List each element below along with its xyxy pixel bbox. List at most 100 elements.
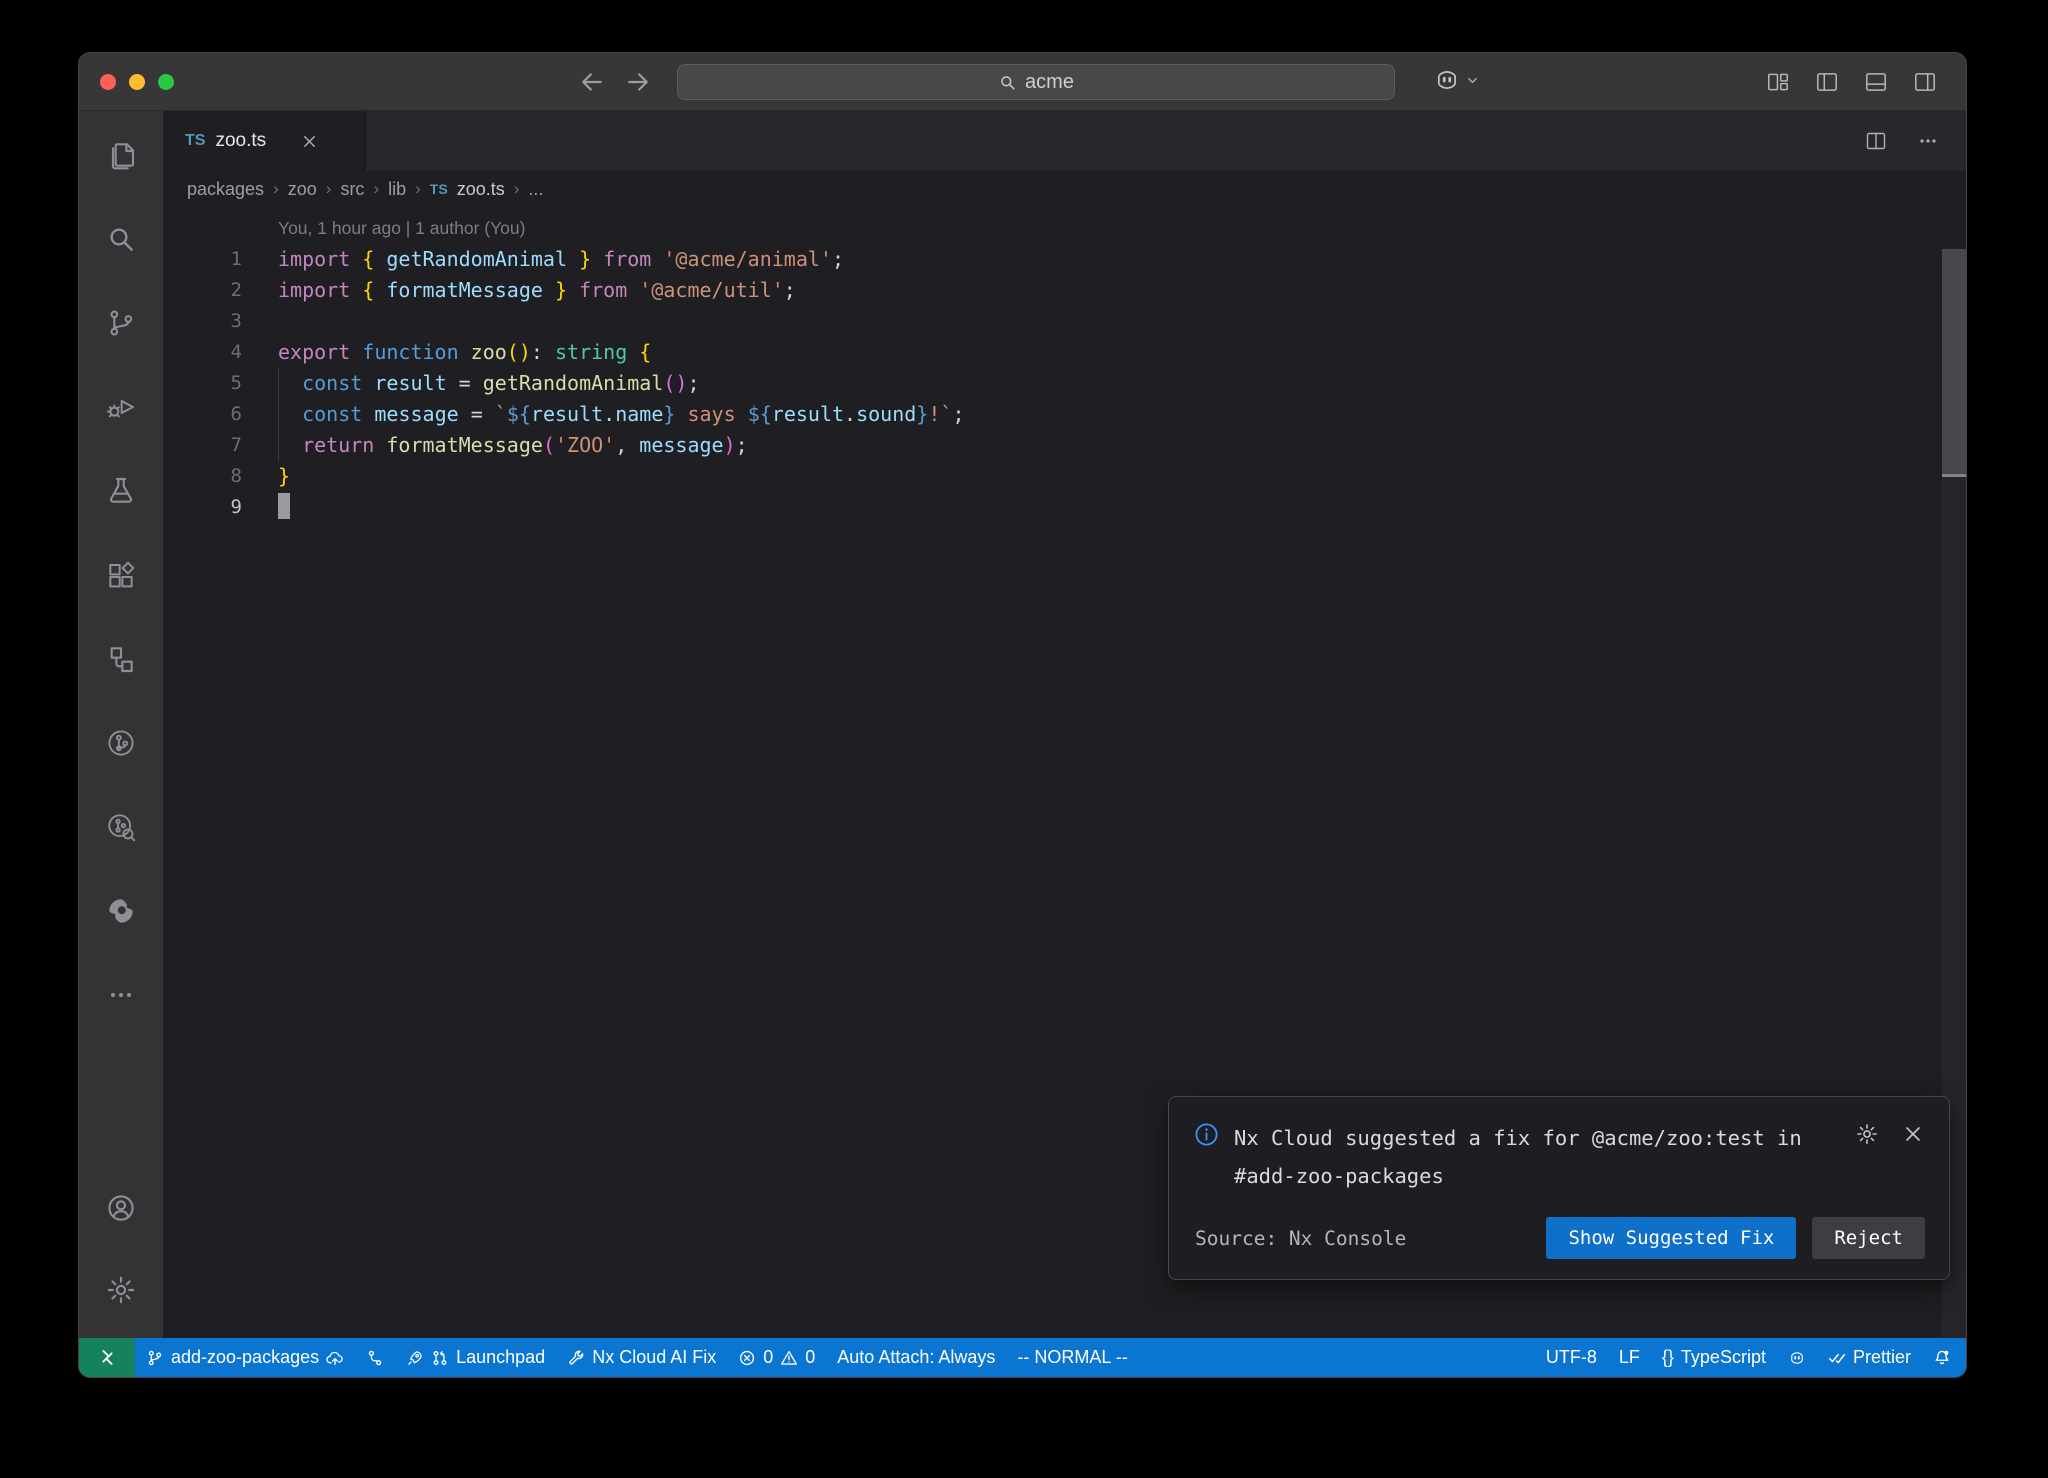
- statusbar-prettier-label: Prettier: [1853, 1347, 1911, 1368]
- more-actions-icon[interactable]: [1916, 129, 1940, 153]
- activity-account-icon[interactable]: [105, 1192, 137, 1224]
- activity-dependencies-icon[interactable]: [105, 643, 137, 675]
- tab-label: zoo.ts: [215, 130, 266, 152]
- activity-gitlens-inspect-icon[interactable]: [105, 811, 137, 843]
- activity-search-icon[interactable]: [105, 223, 137, 255]
- activity-gitlens-icon[interactable]: [105, 727, 137, 759]
- activity-source-control-icon[interactable]: [105, 307, 137, 339]
- chevron-down-icon: [1465, 73, 1480, 88]
- toggle-left-panel-icon[interactable]: [1814, 69, 1840, 95]
- vscode-window: acme TS zoo.ts packages › zoo › src › lib: [78, 52, 1967, 1378]
- activity-bar: [79, 111, 163, 1338]
- warning-icon: [780, 1349, 798, 1367]
- line-number: 8: [163, 461, 278, 492]
- vim-block-cursor: [278, 493, 290, 519]
- wrench-icon: [567, 1349, 585, 1367]
- code-line-6[interactable]: 6 const message = `${result.name} says $…: [163, 399, 1966, 430]
- statusbar-prettier[interactable]: Prettier: [1817, 1338, 1922, 1377]
- statusbar-encoding[interactable]: UTF-8: [1535, 1338, 1608, 1377]
- breadcrumb-item-file[interactable]: zoo.ts: [457, 179, 505, 200]
- activity-extensions-icon[interactable]: [105, 559, 137, 591]
- git-branch-icon: [146, 1349, 164, 1367]
- show-suggested-fix-button[interactable]: Show Suggested Fix: [1546, 1217, 1796, 1259]
- indent-guide: [278, 368, 279, 399]
- code-line-2[interactable]: 2import { formatMessage } from '@acme/ut…: [163, 275, 1966, 306]
- error-icon: [738, 1349, 756, 1367]
- rocket-icon: [406, 1349, 424, 1367]
- forward-arrow-icon[interactable]: [623, 67, 653, 97]
- search-icon: [998, 73, 1017, 92]
- statusbar-auto-attach[interactable]: Auto Attach: Always: [826, 1338, 1006, 1377]
- code-line-1[interactable]: 1import { getRandomAnimal } from '@acme/…: [163, 244, 1966, 275]
- remote-icon: [98, 1348, 117, 1367]
- code-text: }: [278, 461, 290, 492]
- breadcrumb-separator: ›: [514, 179, 520, 199]
- statusbar-git-branch[interactable]: add-zoo-packages: [135, 1338, 355, 1377]
- code-line-8[interactable]: 8}: [163, 461, 1966, 492]
- notification-close-icon[interactable]: [1901, 1122, 1925, 1146]
- line-number: 4: [163, 337, 278, 368]
- tab-zoo-ts[interactable]: TS zoo.ts: [163, 111, 366, 171]
- line-number: 7: [163, 430, 278, 461]
- cloud-upload-icon: [326, 1349, 344, 1367]
- tab-bar: TS zoo.ts: [163, 111, 1966, 171]
- activity-run-debug-icon[interactable]: [105, 391, 137, 423]
- statusbar-commit-graph[interactable]: [355, 1338, 395, 1377]
- code-editor[interactable]: You, 1 hour ago | 1 author (You) 1import…: [163, 207, 1966, 1338]
- scrollbar-thumb[interactable]: [1942, 249, 1966, 475]
- statusbar-auto-attach-label: Auto Attach: Always: [837, 1347, 995, 1368]
- minimize-window-button[interactable]: [129, 74, 145, 90]
- breadcrumb-item-src[interactable]: src: [340, 179, 364, 200]
- statusbar-eol[interactable]: LF: [1608, 1338, 1651, 1377]
- code-line-4[interactable]: 4export function zoo(): string {: [163, 337, 1966, 368]
- breadcrumb-item-packages[interactable]: packages: [187, 179, 264, 200]
- statusbar-problems[interactable]: 00: [727, 1338, 826, 1377]
- command-center-search[interactable]: acme: [677, 64, 1395, 100]
- toggle-bottom-panel-icon[interactable]: [1863, 69, 1889, 95]
- breadcrumb-separator: ›: [373, 179, 379, 199]
- gitlens-blame-annotation: You, 1 hour ago | 1 author (You): [163, 213, 1966, 244]
- activity-files-icon[interactable]: [105, 139, 137, 171]
- statusbar-language[interactable]: {}TypeScript: [1651, 1338, 1777, 1377]
- toggle-right-panel-icon[interactable]: [1912, 69, 1938, 95]
- breadcrumb-item-zoo[interactable]: zoo: [288, 179, 317, 200]
- commit-graph-icon: [366, 1349, 384, 1367]
- activity-settings-gear-icon[interactable]: [105, 1274, 137, 1306]
- reject-button[interactable]: Reject: [1812, 1217, 1925, 1259]
- statusbar-remote-indicator[interactable]: [79, 1338, 135, 1377]
- close-tab-icon[interactable]: [300, 132, 319, 151]
- split-editor-icon[interactable]: [1864, 129, 1888, 153]
- breadcrumb: packages›zoo›src›lib›TSzoo.ts›...: [163, 171, 1966, 207]
- statusbar-vim-mode[interactable]: -- NORMAL --: [1006, 1338, 1138, 1377]
- notification-settings-gear-icon[interactable]: [1855, 1122, 1879, 1146]
- activity-edge-swirl-icon[interactable]: [105, 895, 137, 927]
- code-text: const result = getRandomAnimal();: [278, 368, 700, 399]
- code-text: import { getRandomAnimal } from '@acme/a…: [278, 244, 844, 275]
- code-line-5[interactable]: 5 const result = getRandomAnimal();: [163, 368, 1966, 399]
- statusbar-encoding-label: UTF-8: [1546, 1347, 1597, 1368]
- close-window-button[interactable]: [100, 74, 116, 90]
- notification-message: Nx Cloud suggested a fix for @acme/zoo:t…: [1234, 1119, 1819, 1195]
- zoom-window-button[interactable]: [158, 74, 174, 90]
- breadcrumb-tail[interactable]: ...: [528, 179, 543, 200]
- activity-testing-beaker-icon[interactable]: [105, 475, 137, 507]
- statusbar-notifications-bell[interactable]: [1922, 1338, 1966, 1377]
- statusbar-nx-cloud-ai-fix[interactable]: Nx Cloud AI Fix: [556, 1338, 727, 1377]
- code-line-3[interactable]: 3: [163, 306, 1966, 337]
- code-line-9[interactable]: 9: [163, 492, 1966, 523]
- line-number: 3: [163, 306, 278, 337]
- back-arrow-icon[interactable]: [577, 67, 607, 97]
- activity-more-icon[interactable]: [105, 979, 137, 1011]
- code-line-7[interactable]: 7 return formatMessage('ZOO', message);: [163, 430, 1966, 461]
- code-text: export function zoo(): string {: [278, 337, 651, 368]
- breadcrumb-item-lib[interactable]: lib: [388, 179, 406, 200]
- statusbar-language-label: {}: [1662, 1347, 1674, 1368]
- customize-layout-icon[interactable]: [1765, 69, 1791, 95]
- copilot-menu-button[interactable]: [1433, 66, 1480, 94]
- breadcrumb-separator: ›: [415, 179, 421, 199]
- statusbar-problems-label: 0: [763, 1347, 773, 1368]
- statusbar-copilot-status[interactable]: [1777, 1338, 1817, 1377]
- status-bar: add-zoo-packages LaunchpadNx Cloud AI Fix…: [79, 1338, 1966, 1377]
- indent-guide: [278, 399, 279, 430]
- statusbar-launchpad[interactable]: Launchpad: [395, 1338, 556, 1377]
